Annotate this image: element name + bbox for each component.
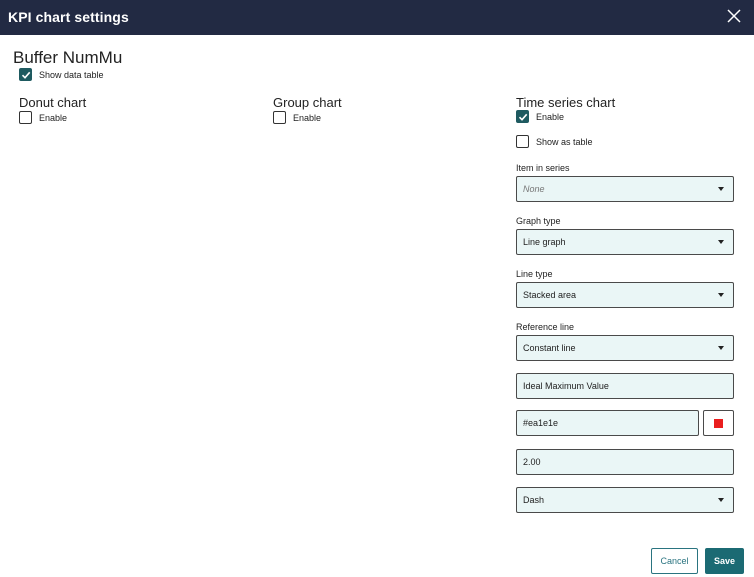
- time-series-chart-title: Time series chart: [516, 95, 616, 110]
- chevron-down-icon: [718, 346, 724, 350]
- reference-line-style-select[interactable]: Dash: [516, 487, 734, 513]
- chevron-down-icon: [718, 187, 724, 191]
- checkmark-icon: [518, 113, 527, 121]
- show-data-table-row[interactable]: Show data table: [19, 68, 104, 81]
- group-enable-row[interactable]: Enable: [273, 111, 321, 124]
- reference-line-label: Reference line: [516, 322, 575, 332]
- reference-line-color-value: #ea1e1e: [523, 418, 559, 428]
- dialog-title: KPI chart settings: [8, 9, 129, 25]
- donut-chart-title: Donut chart: [19, 95, 87, 110]
- group-enable-label: Enable: [293, 112, 322, 123]
- graph-type-select[interactable]: Line graph: [516, 229, 734, 255]
- color-swatch-icon: [714, 418, 723, 428]
- kpi-chart-settings-dialog: KPI chart settings Buffer NumMu Show dat…: [0, 0, 754, 577]
- reference-line-thickness-value: 2.00: [523, 457, 541, 467]
- reference-line-name-value: Ideal Maximum Value: [523, 381, 609, 391]
- cancel-button[interactable]: Cancel: [651, 548, 698, 574]
- show-data-table-label: Show data table: [39, 69, 104, 80]
- color-picker-button[interactable]: [703, 410, 734, 436]
- reference-line-color-input[interactable]: #ea1e1e: [516, 410, 699, 436]
- donut-enable-checkbox[interactable]: [19, 111, 32, 124]
- item-in-series-value: None: [523, 184, 545, 194]
- reference-line-value: Constant line: [523, 343, 576, 353]
- reference-line-thickness-input[interactable]: 2.00: [516, 449, 734, 475]
- close-icon[interactable]: [724, 6, 744, 26]
- show-data-table-checkbox[interactable]: [19, 68, 32, 81]
- chevron-down-icon: [718, 240, 724, 244]
- checkmark-icon: [21, 71, 30, 79]
- item-in-series-label: Item in series: [516, 163, 570, 173]
- chevron-down-icon: [718, 498, 724, 502]
- reference-line-name-input[interactable]: Ideal Maximum Value: [516, 373, 734, 399]
- group-chart-title: Group chart: [273, 95, 342, 110]
- chevron-down-icon: [718, 293, 724, 297]
- graph-type-value: Line graph: [523, 237, 566, 247]
- line-type-label: Line type: [516, 269, 553, 279]
- line-type-select[interactable]: Stacked area: [516, 282, 734, 308]
- show-as-table-label: Show as table: [536, 136, 593, 147]
- reference-line-select[interactable]: Constant line: [516, 335, 734, 361]
- item-in-series-select[interactable]: None: [516, 176, 734, 202]
- time-series-enable-row[interactable]: Enable: [516, 110, 564, 123]
- reference-line-style-value: Dash: [523, 495, 545, 505]
- dialog-titlebar: KPI chart settings: [0, 0, 754, 35]
- donut-enable-label: Enable: [39, 112, 68, 123]
- graph-type-label: Graph type: [516, 216, 561, 226]
- kpi-name-heading: Buffer NumMu: [13, 48, 123, 67]
- donut-enable-row[interactable]: Enable: [19, 111, 67, 124]
- save-button[interactable]: Save: [705, 548, 744, 574]
- time-series-enable-checkbox[interactable]: [516, 110, 529, 123]
- time-series-enable-label: Enable: [536, 111, 565, 122]
- show-as-table-checkbox[interactable]: [516, 135, 529, 148]
- show-as-table-row[interactable]: Show as table: [516, 135, 593, 148]
- line-type-value: Stacked area: [523, 290, 577, 300]
- group-enable-checkbox[interactable]: [273, 111, 286, 124]
